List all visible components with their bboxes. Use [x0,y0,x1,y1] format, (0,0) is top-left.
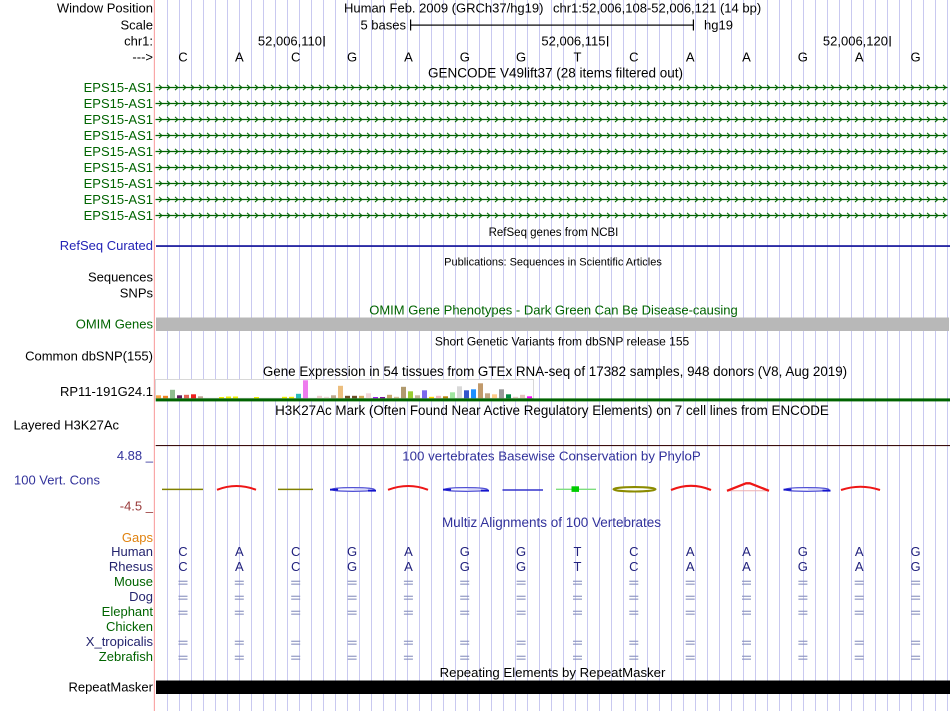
svg-text:Dog: Dog [129,589,153,604]
svg-text:EPS15-AS1: EPS15-AS1 [84,176,153,191]
svg-text:G: G [798,544,808,559]
svg-text:Multiz Alignments of 100 Verte: Multiz Alignments of 100 Vertebrates [442,515,661,530]
svg-text:C: C [291,544,300,559]
svg-text:Window Position: Window Position [57,1,153,16]
svg-text:T: T [573,544,581,559]
svg-text:X_tropicalis: X_tropicalis [86,634,154,649]
svg-text:A: A [742,50,751,65]
svg-text:chr1:52,006,108-52,006,121 (14: chr1:52,006,108-52,006,121 (14 bp) [553,1,761,16]
svg-text:A: A [235,559,244,574]
svg-text:G: G [910,559,920,574]
svg-text:EPS15-AS1: EPS15-AS1 [84,160,153,175]
svg-text:RepeatMasker: RepeatMasker [68,680,153,695]
svg-text:G: G [460,559,470,574]
svg-text:EPS15-AS1: EPS15-AS1 [84,192,153,207]
svg-text:52,006,120: 52,006,120 [823,34,888,49]
svg-text:A: A [686,559,695,574]
svg-text:chr1:: chr1: [124,34,153,49]
svg-text:A: A [235,544,244,559]
svg-text:100 Vert. Cons: 100 Vert. Cons [14,473,100,488]
svg-text:G: G [347,50,357,65]
svg-text:G: G [460,50,470,65]
svg-text:A: A [742,559,751,574]
svg-text:Gene Expression in 54 tissues: Gene Expression in 54 tissues from GTEx … [263,364,847,379]
svg-text:4.88 _: 4.88 _ [117,448,154,463]
svg-text:hg19: hg19 [704,18,733,33]
svg-text:A: A [855,50,864,65]
svg-text:GENCODE V49lift37 (28 items fi: GENCODE V49lift37 (28 items filtered out… [428,66,683,81]
svg-text:A: A [855,544,864,559]
svg-text:G: G [516,50,526,65]
svg-text:G: G [347,559,357,574]
svg-text:T: T [573,50,581,65]
svg-text:-4.5 _: -4.5 _ [120,499,154,514]
svg-text:C: C [629,559,638,574]
svg-text:Repeating Elements by RepeatMa: Repeating Elements by RepeatMasker [440,665,666,680]
svg-text:T: T [573,559,581,574]
svg-text:C: C [291,559,300,574]
svg-text:H3K27Ac Mark (Often Found Near: H3K27Ac Mark (Often Found Near Active Re… [275,403,829,418]
svg-text:A: A [404,544,413,559]
svg-text:RefSeq Curated: RefSeq Curated [60,238,153,253]
svg-text:Human: Human [111,544,153,559]
svg-text:52,006,115: 52,006,115 [541,34,605,49]
svg-text:OMIM Genes: OMIM Genes [76,317,154,332]
svg-text:Mouse: Mouse [114,574,153,589]
svg-text:5 bases: 5 bases [360,18,406,33]
svg-text:A: A [235,50,244,65]
svg-text:A: A [855,559,864,574]
svg-text:Human Feb. 2009 (GRCh37/hg19): Human Feb. 2009 (GRCh37/hg19) [344,1,543,16]
svg-text:G: G [910,50,920,65]
svg-text:C: C [178,50,187,65]
svg-text:A: A [686,544,695,559]
svg-text:Short Genetic Variants from db: Short Genetic Variants from dbSNP releas… [435,335,690,349]
svg-text:EPS15-AS1: EPS15-AS1 [84,128,153,143]
svg-text:OMIM Gene Phenotypes - Dark Gr: OMIM Gene Phenotypes - Dark Green Can Be… [369,303,738,318]
svg-text:C: C [291,50,300,65]
svg-text:Sequences: Sequences [88,270,154,285]
svg-text:Elephant: Elephant [102,604,154,619]
svg-text:Zebrafish: Zebrafish [99,649,153,664]
svg-text:G: G [516,559,526,574]
svg-text:G: G [516,544,526,559]
svg-text:Scale: Scale [120,18,153,33]
svg-text:C: C [178,559,187,574]
svg-text:G: G [910,544,920,559]
svg-text:--->: ---> [132,50,153,65]
svg-text:Common dbSNP(155): Common dbSNP(155) [25,349,153,364]
svg-text:C: C [178,544,187,559]
svg-text:EPS15-AS1: EPS15-AS1 [84,144,153,159]
svg-text:EPS15-AS1: EPS15-AS1 [84,96,153,111]
svg-text:G: G [347,544,357,559]
svg-text:C: C [629,50,638,65]
svg-text:RefSeq genes from NCBI: RefSeq genes from NCBI [489,227,619,239]
svg-text:A: A [742,544,751,559]
svg-text:100 vertebrates Basewise Conse: 100 vertebrates Basewise Conservation by… [402,449,701,464]
svg-text:52,006,110: 52,006,110 [258,34,322,49]
svg-text:G: G [798,50,808,65]
svg-text:SNPs: SNPs [120,286,154,301]
svg-text:Publications: Sequences in Sci: Publications: Sequences in Scientific Ar… [444,257,662,269]
svg-text:RP11-191G24.1: RP11-191G24.1 [60,384,153,399]
svg-text:EPS15-AS1: EPS15-AS1 [84,208,153,223]
svg-text:Chicken: Chicken [106,619,153,634]
svg-text:Rhesus: Rhesus [109,559,154,574]
svg-text:A: A [404,559,413,574]
svg-text:Gaps: Gaps [122,530,154,545]
svg-text:EPS15-AS1: EPS15-AS1 [84,112,153,127]
svg-text:G: G [798,559,808,574]
svg-text:C: C [629,544,638,559]
svg-text:A: A [686,50,695,65]
svg-text:A: A [404,50,413,65]
svg-text:Layered H3K27Ac: Layered H3K27Ac [14,418,120,433]
svg-text:G: G [460,544,470,559]
svg-text:EPS15-AS1: EPS15-AS1 [84,80,153,95]
